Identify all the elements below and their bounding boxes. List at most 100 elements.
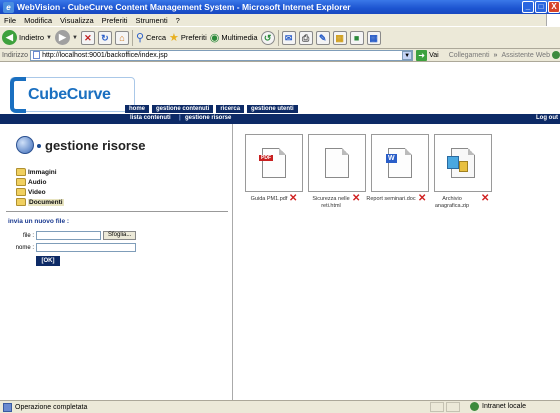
file-grid: PDF W [245, 134, 492, 192]
back-dropdown-icon[interactable]: ▼ [46, 35, 52, 41]
menu-bar: File Modifica Visualizza Preferiti Strum… [0, 14, 560, 26]
windows-flag-icon [546, 14, 560, 26]
folder-icon[interactable]: ▦ [332, 30, 347, 45]
folder-list: Immagini Audio Video Documenti [16, 167, 64, 207]
resource-panel: gestione risorse Immagini Audio Video Do… [0, 124, 233, 400]
site-header: CubeCurve home gestione contenuti ricerc… [0, 62, 560, 124]
menu-modifica[interactable]: Modifica [24, 16, 52, 25]
file-card[interactable] [308, 134, 366, 192]
maximize-button[interactable]: □ [535, 1, 547, 13]
folder-label: Immagini [28, 168, 57, 176]
go-label: Vai [429, 51, 439, 59]
file-card[interactable] [434, 134, 492, 192]
file-name[interactable]: Report seminari.doc [366, 196, 416, 203]
folder-immagini[interactable]: Immagini [16, 167, 64, 177]
minimize-button[interactable]: _ [522, 1, 534, 13]
media-button[interactable]: ◉ Multimedia [210, 31, 258, 44]
menu-file[interactable]: File [4, 16, 16, 25]
edit-icon[interactable]: ✎ [315, 30, 330, 45]
window-titlebar: e WebVision - CubeCurve Content Manageme… [0, 0, 560, 14]
url-input[interactable]: http://localhost:9001/backoffice/index.j… [30, 49, 414, 61]
resources-icon [16, 136, 34, 154]
back-button[interactable]: ◀ Indietro ▼ [2, 30, 52, 45]
panel-divider [6, 211, 228, 212]
delete-icon[interactable]: ✕ [481, 194, 489, 204]
pdf-icon: PDF [259, 148, 286, 178]
file-name[interactable]: Archivio anagrafica.zip [426, 196, 478, 210]
subnav-lista-contenuti[interactable]: lista contenuti [130, 115, 171, 121]
word-badge: W [386, 154, 397, 163]
status-panels [430, 402, 460, 412]
forward-dropdown-icon[interactable]: ▼ [72, 35, 78, 41]
browse-button[interactable]: Sfoglia... [103, 231, 137, 240]
folder-label: Video [28, 188, 46, 196]
toolbar: ◀ Indietro ▼ ▶ ▼ ✕ ↻ ⌂ ⚲ Cerca ★ Preferi… [0, 26, 560, 49]
home-icon[interactable]: ⌂ [114, 30, 129, 45]
folder-audio[interactable]: Audio [16, 177, 64, 187]
file-name[interactable]: Sicurezza nelle reti.html [306, 196, 356, 210]
forward-button[interactable]: ▶ ▼ [54, 30, 78, 45]
research-icon[interactable]: ▦ [366, 30, 381, 45]
page-icon [33, 51, 41, 59]
print-icon[interactable]: ⎙ [298, 30, 313, 45]
messenger-icon[interactable]: ■ [349, 30, 364, 45]
zip-box-icon [447, 156, 459, 169]
zip-icon [447, 148, 475, 178]
chevron-right-icon[interactable]: » [494, 52, 498, 59]
menu-preferiti[interactable]: Preferiti [102, 16, 128, 25]
back-label: Indietro [19, 33, 45, 42]
stop-icon[interactable]: ✕ [80, 30, 95, 45]
name-row: nome : [0, 243, 136, 252]
toolbar-separator [277, 29, 279, 46]
search-label: Cerca [146, 33, 167, 42]
status-text: Operazione completata [15, 403, 88, 411]
menu-help[interactable]: ? [176, 16, 180, 25]
main-nav: home gestione contenuti ricerca gestione… [125, 105, 298, 113]
delete-icon[interactable]: ✕ [289, 194, 297, 204]
back-arrow-icon: ◀ [2, 30, 17, 45]
file-card[interactable]: W [371, 134, 429, 192]
address-label: Indirizzo [2, 51, 29, 59]
panel-title: gestione risorse [45, 138, 146, 153]
favorites-button[interactable]: ★ Preferiti [169, 31, 207, 44]
bullet-icon [37, 144, 41, 148]
mail-icon[interactable]: ✉ [281, 30, 296, 45]
file-card[interactable]: PDF [245, 134, 303, 192]
close-button[interactable]: X [548, 1, 560, 13]
folder-video[interactable]: Video [16, 187, 64, 197]
word-icon: W [386, 148, 412, 178]
file-input[interactable] [36, 231, 101, 240]
name-input[interactable] [36, 243, 136, 252]
refresh-icon[interactable]: ↻ [97, 30, 112, 45]
folder-label: Documenti [28, 198, 64, 206]
status-bar: Operazione completata Intranet locale [0, 400, 560, 413]
status-cell [446, 402, 460, 412]
url-dropdown-icon[interactable]: ▼ [402, 50, 413, 60]
nav-home[interactable]: home [125, 105, 150, 113]
upload-title: invia un nuovo file : [8, 218, 70, 225]
menu-strumenti[interactable]: Strumenti [136, 16, 168, 25]
favorites-label: Preferiti [180, 33, 207, 42]
history-icon[interactable]: ↺ [260, 30, 275, 45]
search-icon: ⚲ [135, 32, 144, 44]
security-zone: Intranet locale [470, 402, 526, 411]
folder-documenti[interactable]: Documenti [16, 197, 64, 207]
media-label: Multimedia [221, 33, 258, 42]
subnav-gestione-risorse[interactable]: gestione risorse [185, 115, 231, 121]
menu-visualizza[interactable]: Visualizza [60, 16, 94, 25]
nav-gestione-contenuti[interactable]: gestione contenuti [152, 105, 214, 113]
delete-icon[interactable]: ✕ [352, 194, 360, 204]
intranet-icon [470, 402, 479, 411]
go-button[interactable]: ➜ Vai [416, 49, 439, 61]
links-bar[interactable]: Collegamenti » Assistente Web [449, 51, 560, 59]
ok-button[interactable]: [OK] [36, 256, 60, 266]
logo-arc-icon [10, 77, 26, 113]
window-title: WebVision - CubeCurve Content Management… [17, 2, 351, 12]
nav-ricerca[interactable]: ricerca [216, 105, 245, 113]
toolbar-separator [131, 29, 133, 46]
nav-gestione-utenti[interactable]: gestione utenti [247, 105, 298, 113]
logout-link[interactable]: Log out [536, 115, 558, 121]
forward-arrow-icon: ▶ [54, 30, 70, 45]
search-button[interactable]: ⚲ Cerca [136, 31, 166, 44]
go-arrow-icon: ➜ [416, 49, 428, 61]
